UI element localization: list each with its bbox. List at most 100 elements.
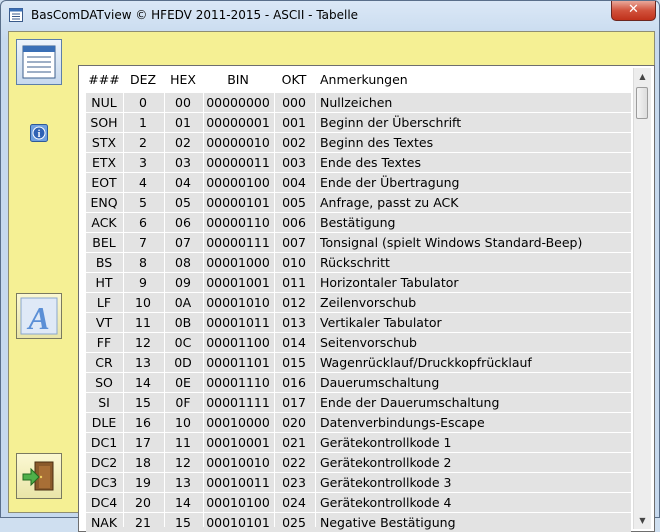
table-cell: 10 bbox=[175, 415, 191, 430]
table-row[interactable]: ETX 3 03 00000011 003 Ende des Textes bbox=[86, 153, 631, 172]
table-cell: 12 bbox=[175, 455, 191, 470]
table-cell: SO bbox=[95, 375, 113, 390]
table-cell: 00000110 bbox=[206, 215, 270, 230]
table-cell: VT bbox=[95, 315, 113, 330]
table-cell: 3 bbox=[139, 155, 147, 170]
table-cell: 0B bbox=[174, 315, 192, 330]
table-cell: 00001010 bbox=[206, 295, 270, 310]
table-cell: 00001101 bbox=[206, 355, 270, 370]
table-cell: Seitenvorschub bbox=[320, 335, 417, 350]
table-row[interactable]: ACK 6 06 00000110 006 Bestätigung bbox=[86, 213, 631, 232]
table-row[interactable]: CR 13 0D 00001101 015 Wagenrücklauf/Druckkopf… bbox=[86, 353, 631, 372]
table-cell: 11 bbox=[175, 435, 191, 450]
title-bar[interactable]: BasComDATview © HFEDV 2011-2015 - ASCII … bbox=[1, 1, 659, 31]
table-row[interactable]: BS 8 08 00001000 010 Rückschritt bbox=[86, 253, 631, 272]
table-cell: 00000000 bbox=[206, 95, 270, 110]
table-cell: 14 bbox=[175, 495, 191, 510]
table-cell: Gerätekontrollkode 1 bbox=[320, 435, 452, 450]
table-cell: NUL bbox=[91, 95, 117, 110]
table-cell: EOT bbox=[91, 175, 117, 190]
table-row[interactable]: DC1 17 11 00010001 021 Gerätekontrollkode 1 bbox=[86, 433, 631, 452]
table-cell: Horizontaler Tabulator bbox=[320, 275, 459, 290]
scroll-down-arrow-icon[interactable]: ▼ bbox=[634, 512, 651, 529]
header-code[interactable]: ### bbox=[86, 72, 122, 87]
table-cell: 06 bbox=[175, 215, 191, 230]
table-cell: DC1 bbox=[90, 435, 118, 450]
table-view-button[interactable] bbox=[16, 39, 62, 85]
table-row[interactable]: LF 10 0A 00001010 012 Zeilenvorschub bbox=[86, 293, 631, 312]
table-cell: 00010101 bbox=[206, 515, 270, 530]
table-cell: Dauerumschaltung bbox=[320, 375, 440, 390]
table-cell: 00010100 bbox=[206, 495, 270, 510]
table-cell: Tonsignal (spielt Windows Standard-Beep) bbox=[320, 235, 583, 250]
header-bin[interactable]: BIN bbox=[203, 72, 273, 87]
table-cell: SI bbox=[98, 395, 110, 410]
table-row[interactable]: DC2 18 12 00010010 022 Gerätekontrollkode 2 bbox=[86, 453, 631, 472]
table-cell: SOH bbox=[90, 115, 118, 130]
ascii-table: ### DEZ HEX BIN OKT Anmerkungen NUL 0 00 00… bbox=[78, 65, 655, 532]
table-row[interactable]: SOH 1 01 00000001 001 Beginn der Überschrift bbox=[86, 113, 631, 132]
table-row[interactable]: NUL 0 00 00000000 000 Nullzeichen bbox=[86, 93, 631, 112]
table-cell: CR bbox=[95, 355, 113, 370]
scroll-up-arrow-icon[interactable]: ▲ bbox=[634, 68, 651, 85]
table-row[interactable]: DC4 20 14 00010100 024 Gerätekontrollkode 4 bbox=[86, 493, 631, 512]
header-dez[interactable]: DEZ bbox=[123, 72, 163, 87]
table-cell: 13 bbox=[175, 475, 191, 490]
table-cell: 00001011 bbox=[206, 315, 270, 330]
table-cell: 001 bbox=[282, 115, 306, 130]
table-row[interactable]: SI 15 0F 00001111 017 Ende der Dauerumschaltu… bbox=[86, 393, 631, 412]
info-button[interactable]: i bbox=[30, 124, 48, 142]
table-row[interactable]: SO 14 0E 00001110 016 Dauerumschaltung bbox=[86, 373, 631, 392]
table-cell: Vertikaler Tabulator bbox=[320, 315, 442, 330]
table-cell: BS bbox=[95, 255, 113, 270]
table-cell: ETX bbox=[91, 155, 117, 170]
scroll-thumb[interactable] bbox=[636, 87, 648, 119]
table-cell: 00000101 bbox=[206, 195, 270, 210]
table-row[interactable]: DLE 16 10 00010000 020 Datenverbindungs-Escap… bbox=[86, 413, 631, 432]
table-cell: Datenverbindungs-Escape bbox=[320, 415, 485, 430]
table-cell: 012 bbox=[282, 295, 306, 310]
close-button[interactable]: ✕ bbox=[611, 1, 656, 21]
font-button[interactable]: A bbox=[16, 293, 62, 339]
header-okt[interactable]: OKT bbox=[274, 72, 314, 87]
table-header: ### DEZ HEX BIN OKT Anmerkungen bbox=[86, 68, 631, 92]
table-row[interactable]: VT 11 0B 00001011 013 Vertikaler Tabulator bbox=[86, 313, 631, 332]
table-cell: 00 bbox=[175, 95, 191, 110]
table-cell: 9 bbox=[139, 275, 147, 290]
table-cell: 002 bbox=[282, 135, 306, 150]
table-cell: 04 bbox=[175, 175, 191, 190]
table-row[interactable]: BEL 7 07 00000111 007 Tonsignal (spielt Windo… bbox=[86, 233, 631, 252]
table-cell: 00010010 bbox=[206, 455, 270, 470]
table-cell: 003 bbox=[282, 155, 306, 170]
client-area: i A ### DEZ HEX BIN OKT Anmerkungen NUL … bbox=[8, 31, 655, 532]
svg-text:A: A bbox=[26, 300, 49, 336]
table-cell: HT bbox=[95, 275, 113, 290]
table-cell: 020 bbox=[282, 415, 306, 430]
table-cell: 0 bbox=[139, 95, 147, 110]
exit-button[interactable] bbox=[16, 453, 62, 499]
table-cell: 010 bbox=[282, 255, 306, 270]
table-cell: 1 bbox=[139, 115, 147, 130]
table-cell: 15 bbox=[175, 515, 191, 530]
vertical-scrollbar[interactable]: ▲ ▼ bbox=[633, 68, 651, 529]
table-cell: FF bbox=[96, 335, 112, 350]
table-cell: 025 bbox=[282, 515, 306, 530]
table-cell: 0D bbox=[174, 355, 192, 370]
table-cell: 00001000 bbox=[206, 255, 270, 270]
table-row[interactable]: NAK 21 15 00010101 025 Negative Bestätigung bbox=[86, 513, 631, 532]
table-row[interactable]: HT 9 09 00001001 011 Horizontaler Tabulator bbox=[86, 273, 631, 292]
table-cell: 00001001 bbox=[206, 275, 270, 290]
table-row[interactable]: EOT 4 04 00000100 004 Ende der Übertragung bbox=[86, 173, 631, 192]
header-hex[interactable]: HEX bbox=[164, 72, 202, 87]
table-row[interactable]: FF 12 0C 00001100 014 Seitenvorschub bbox=[86, 333, 631, 352]
table-cell: 004 bbox=[282, 175, 306, 190]
table-cell: 16 bbox=[135, 415, 151, 430]
table-cell: Zeilenvorschub bbox=[320, 295, 417, 310]
table-row[interactable]: DC3 19 13 00010011 023 Gerätekontrollkode 3 bbox=[86, 473, 631, 492]
table-cell: ACK bbox=[91, 215, 117, 230]
table-row[interactable]: STX 2 02 00000010 002 Beginn des Textes bbox=[86, 133, 631, 152]
table-cell: 0E bbox=[175, 375, 191, 390]
table-cell: DLE bbox=[91, 415, 117, 430]
table-row[interactable]: ENQ 5 05 00000101 005 Anfrage, passt zu ACK bbox=[86, 193, 631, 212]
header-anmerkungen[interactable]: Anmerkungen bbox=[320, 72, 408, 87]
